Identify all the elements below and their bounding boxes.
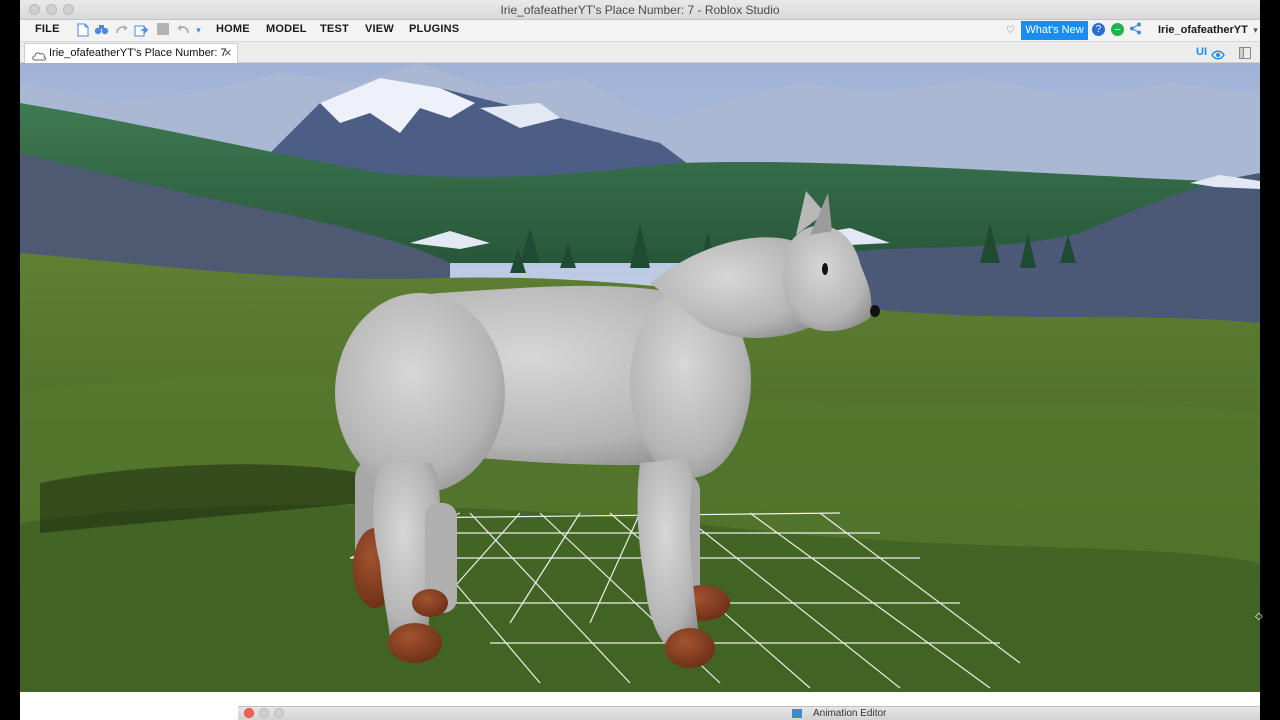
ribbon-menu-bar: FILE ▾ HOME MODEL TEST VIEW PLUGINS ♡ Wh… — [20, 20, 1260, 42]
new-file-icon[interactable] — [75, 23, 90, 38]
close-tab-icon[interactable]: × — [224, 45, 232, 60]
menu-view[interactable]: VIEW — [365, 23, 394, 35]
menu-plugins[interactable]: PLUGINS — [409, 23, 459, 35]
user-menu[interactable]: Irie_ofafeatherYT — [1158, 24, 1248, 36]
studio-window: Irie_ofafeatherYT's Place Number: 7 - Ro… — [20, 0, 1260, 720]
anim-zoom-button[interactable] — [274, 708, 284, 718]
resize-cursor-icon: ◇ — [1255, 611, 1263, 622]
menu-test[interactable]: TEST — [320, 23, 349, 35]
binoculars-icon[interactable] — [94, 23, 109, 38]
ui-toggle[interactable]: UI — [1196, 46, 1207, 58]
user-dropdown-icon[interactable]: ▾ — [1248, 23, 1260, 38]
menu-file[interactable]: FILE — [35, 23, 60, 35]
status-icon[interactable]: – — [1111, 23, 1124, 36]
window-title: Irie_ofafeatherYT's Place Number: 7 - Ro… — [500, 3, 780, 17]
3d-viewport[interactable] — [20, 63, 1260, 692]
animation-editor-icon — [792, 709, 802, 718]
panel-layout-icon[interactable] — [1239, 46, 1251, 64]
document-tab-bar: Irie_ofafeatherYT's Place Number: 7 × UI — [20, 42, 1260, 63]
publish-icon[interactable] — [134, 23, 149, 38]
menu-home[interactable]: HOME — [216, 23, 250, 35]
anim-close-button[interactable] — [244, 708, 254, 718]
anim-minimize-button[interactable] — [259, 708, 269, 718]
stop-icon[interactable] — [155, 23, 170, 38]
document-tab-label: Irie_ofafeatherYT's Place Number: 7 — [49, 47, 227, 59]
dropdown-icon[interactable]: ▾ — [191, 23, 206, 38]
menu-model[interactable]: MODEL — [266, 23, 307, 35]
viewport-scene — [20, 63, 1260, 692]
undo-icon[interactable] — [175, 23, 190, 38]
help-icon[interactable]: ? — [1092, 23, 1105, 36]
whats-new-button[interactable]: What's New — [1021, 21, 1088, 40]
animation-editor-bar[interactable]: Animation Editor — [238, 706, 1260, 720]
heart-icon[interactable]: ♡ — [1003, 23, 1018, 38]
redo-icon[interactable] — [114, 23, 129, 38]
animation-editor-title: Animation Editor — [813, 708, 887, 719]
title-bar: Irie_ofafeatherYT's Place Number: 7 - Ro… — [20, 0, 1260, 20]
document-tab[interactable]: Irie_ofafeatherYT's Place Number: 7 × — [24, 43, 238, 63]
share-icon[interactable] — [1128, 22, 1143, 37]
